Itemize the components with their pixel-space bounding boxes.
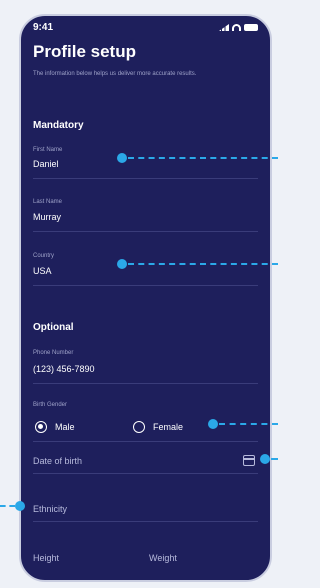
- country-label: Country: [33, 253, 55, 259]
- last-name-underline: [33, 231, 258, 232]
- annotation-dot-gender: [208, 419, 218, 429]
- female-label[interactable]: Female: [153, 422, 183, 432]
- battery-icon: [244, 24, 258, 31]
- female-radio[interactable]: [133, 421, 145, 433]
- first-name-underline: [33, 178, 258, 179]
- country-field[interactable]: USA: [33, 266, 52, 276]
- birth-gender-label: Birth Gender: [33, 402, 68, 408]
- phone-label: Phone Number: [33, 350, 74, 356]
- last-name-label: Last Name: [33, 199, 63, 205]
- page-title: Profile setup: [33, 42, 136, 61]
- optional-heading: Optional: [33, 322, 74, 333]
- status-icons: [219, 24, 258, 31]
- annotation-line-first-name: [128, 157, 278, 159]
- date-of-birth-field[interactable]: Date of birth: [33, 456, 82, 466]
- status-bar: 9:41: [33, 22, 258, 36]
- dob-underline: [33, 473, 258, 474]
- calendar-icon[interactable]: [243, 455, 255, 466]
- annotation-line-country: [128, 263, 278, 265]
- page-subtitle: The information below helps us deliver m…: [33, 71, 197, 77]
- annotation-dot-ethnicity: [15, 501, 25, 511]
- male-label[interactable]: Male: [55, 422, 75, 432]
- phone-underline: [33, 383, 258, 384]
- first-name-label: First Name: [33, 147, 63, 153]
- last-name-field[interactable]: Murray: [33, 212, 61, 222]
- height-field[interactable]: Height: [33, 553, 59, 563]
- first-name-field[interactable]: Daniel: [33, 159, 59, 169]
- annotation-dot-first-name: [117, 153, 127, 163]
- annotation-dot-dob: [260, 454, 270, 464]
- signal-icon: [219, 24, 229, 31]
- phone-frame: 9:41 Profile setup The information below…: [19, 14, 272, 582]
- status-time: 9:41: [33, 22, 54, 33]
- annotation-dot-country: [117, 259, 127, 269]
- wifi-icon: [232, 24, 241, 31]
- ethnicity-field[interactable]: Ethnicity: [33, 504, 67, 514]
- annotation-line-gender: [219, 423, 278, 425]
- annotation-line-dob: [271, 458, 278, 460]
- male-radio[interactable]: [35, 421, 47, 433]
- phone-field[interactable]: (123) 456-7890: [33, 364, 95, 374]
- gender-underline: [33, 441, 258, 442]
- annotation-line-ethnicity: [0, 505, 15, 507]
- country-underline: [33, 285, 258, 286]
- mandatory-heading: Mandatory: [33, 120, 84, 131]
- weight-field[interactable]: Weight: [149, 553, 177, 563]
- ethnicity-underline: [33, 521, 258, 522]
